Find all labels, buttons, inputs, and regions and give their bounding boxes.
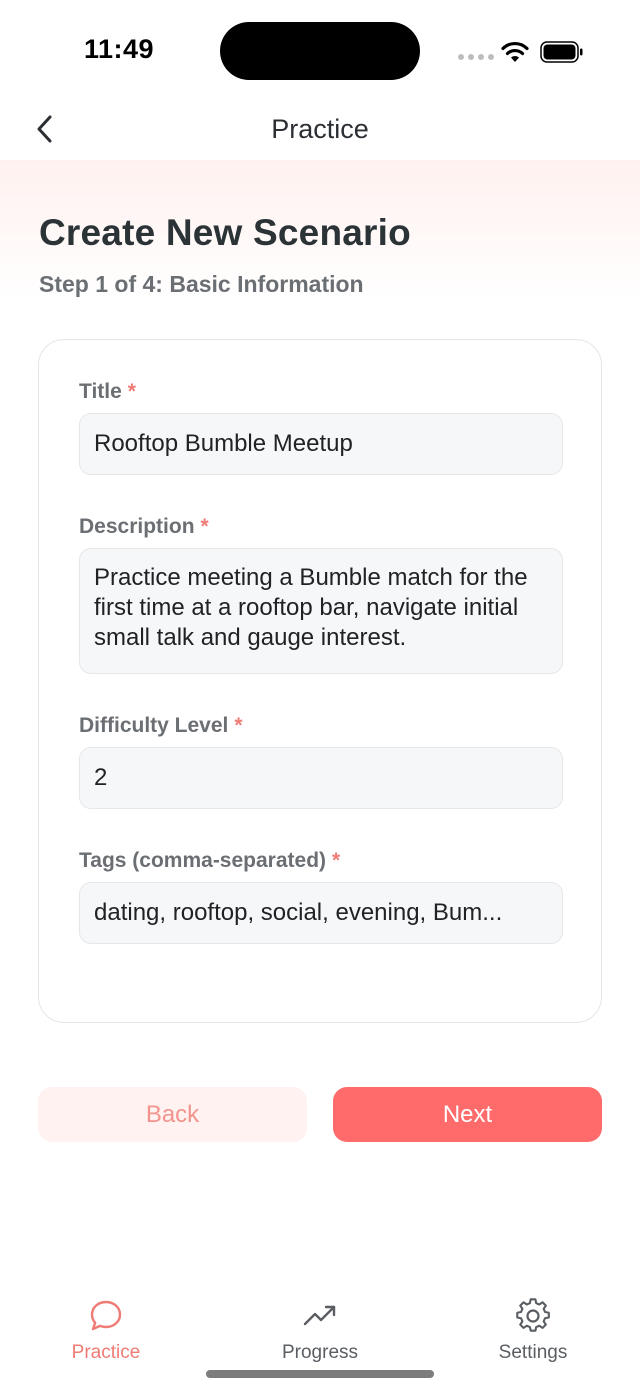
nav-header: Practice — [0, 100, 640, 160]
home-indicator — [206, 1370, 434, 1378]
trending-up-icon — [302, 1298, 338, 1334]
status-time: 11:49 — [84, 34, 155, 64]
dynamic-island — [220, 22, 420, 80]
title-input[interactable]: Rooftop Bumble Meetup — [79, 413, 563, 475]
nav-title: Practice — [271, 114, 369, 144]
tab-settings-label: Settings — [498, 1342, 568, 1363]
tab-progress-label: Progress — [281, 1342, 359, 1363]
next-button[interactable]: Next — [333, 1087, 602, 1142]
wifi-icon — [501, 41, 529, 62]
tags-input-value: dating, rooftop, social, evening, Bum... — [94, 899, 503, 926]
gear-icon — [515, 1298, 551, 1334]
page-subtitle: Step 1 of 4: Basic Information — [39, 271, 364, 297]
required-marker: * — [234, 714, 243, 737]
required-marker: * — [200, 515, 209, 538]
status-bar: 11:49 — [0, 0, 640, 100]
tab-practice-label: Practice — [71, 1342, 141, 1363]
scenario-form-card: Title * Rooftop Bumble Meetup Description… — [38, 339, 602, 1023]
tab-settings[interactable]: Settings — [463, 1298, 603, 1364]
difficulty-label: Difficulty Level * — [79, 714, 243, 737]
cellular-signal-icon — [458, 54, 494, 60]
back-button[interactable]: Back — [38, 1087, 307, 1142]
description-textarea-value: Practice meeting a Bumble match for the … — [94, 564, 528, 651]
title-input-value: Rooftop Bumble Meetup — [94, 430, 353, 457]
description-textarea[interactable]: Practice meeting a Bumble match for the … — [79, 548, 563, 674]
chat-bubble-icon — [88, 1298, 124, 1334]
tab-practice[interactable]: Practice — [36, 1298, 176, 1364]
battery-icon — [540, 41, 583, 63]
difficulty-input-value: 2 — [94, 764, 108, 791]
required-marker: * — [127, 380, 136, 403]
difficulty-input[interactable]: 2 — [79, 747, 563, 809]
description-label: Description * — [79, 515, 209, 538]
page-title: Create New Scenario — [39, 212, 411, 253]
tags-input[interactable]: dating, rooftop, social, evening, Bum... — [79, 882, 563, 944]
required-marker: * — [332, 849, 341, 872]
title-label: Title * — [79, 380, 136, 403]
tab-progress[interactable]: Progress — [250, 1298, 390, 1364]
tags-label: Tags (comma-separated) * — [79, 849, 341, 872]
